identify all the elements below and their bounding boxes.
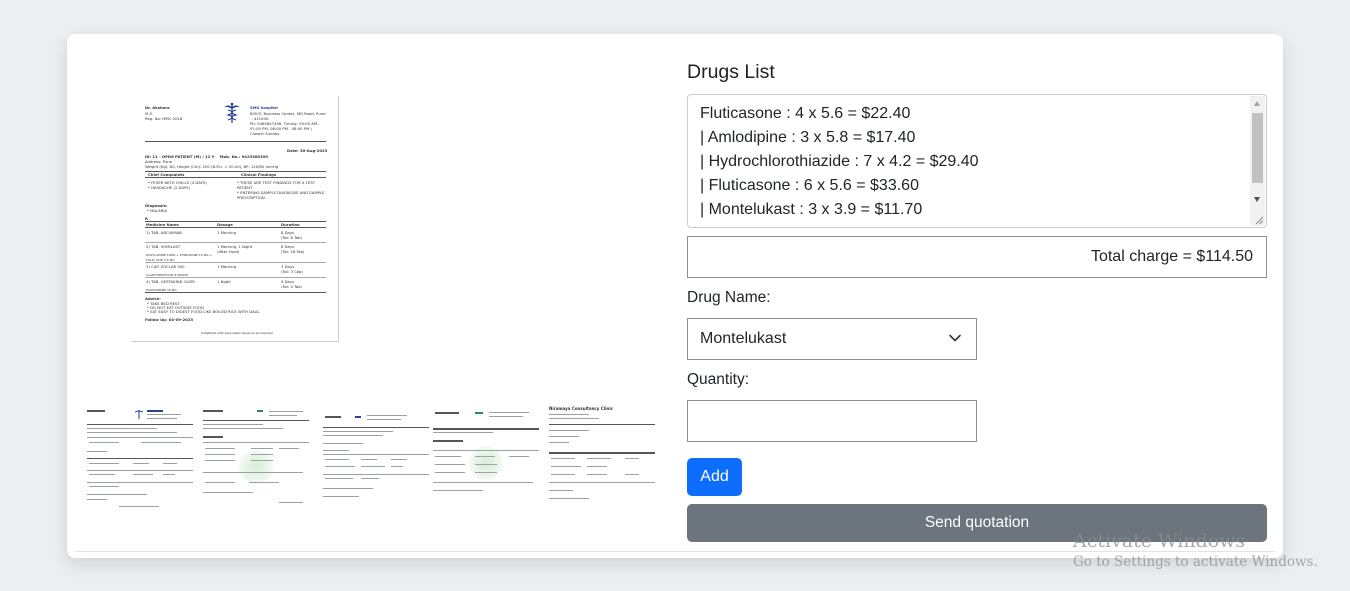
scroll-thumb[interactable] (1252, 113, 1263, 183)
drugs-list-content: Fluticasone : 4 x 5.6 = $22.40 | Amlodip… (700, 102, 979, 222)
prescription-thumbnails: Niramaya Consultancy Clinic (83, 406, 659, 510)
drugs-panel: Drugs List Fluticasone : 4 x 5.6 = $22.4… (687, 34, 1267, 558)
medicine-row: 4) TAB. GESTAKIND 10/SR (146, 279, 195, 284)
quantity-label: Quantity: (687, 371, 750, 388)
medicine-row: 2) TAB. VOMILAST (146, 244, 181, 249)
scroll-up-icon[interactable] (1254, 101, 1260, 106)
thumbnail-1[interactable] (83, 406, 195, 510)
drug-line: | Fluticasone : 6 x 5.6 = $33.60 (700, 177, 919, 194)
medicine-duration: 8 Days (Tot: 8 Tab) (281, 230, 302, 240)
medicine-duration: 4 Days (Tot: 4 Tab) (281, 279, 302, 289)
thumbnail-5[interactable]: Niramaya Consultancy Clinic (545, 406, 657, 510)
medicine-dosage: 1 Morning, 1 Night (After Food) (217, 244, 253, 254)
medicine-dosage: 1 Morning (217, 264, 236, 269)
drugs-list-scrollbar[interactable] (1250, 96, 1265, 226)
drugs-list-textarea[interactable]: Fluticasone : 4 x 5.6 = $22.40 | Amlodip… (687, 94, 1267, 228)
caduceus-icon (135, 410, 143, 419)
drugs-list-title: Drugs List (687, 61, 775, 83)
doctor-name: Dr. Akshara (145, 105, 170, 110)
medicine-dosage: 1 Morning (217, 230, 236, 235)
medicine-row: 1) TAB. ABCIXIMAB (146, 230, 182, 235)
drug-line: | Hydrochlorothiazide : 7 x 4.2 = $29.40 (700, 153, 979, 170)
thumbnail-2[interactable] (199, 406, 311, 510)
doctor-reg: Reg. No: MMC 2018 (145, 116, 183, 121)
thumbnail-4[interactable] (429, 406, 541, 510)
advice-item: * EAT EASY TO DIGEST FOOD LIKE BOILED RI… (147, 309, 260, 314)
chevron-down-icon (949, 334, 961, 342)
activate-windows-watermark: Activate Windows Go to Settings to activ… (1073, 529, 1318, 571)
finding-item: PRESCRIPTION (237, 195, 265, 200)
patient-vitals: Weight (Kg): 80, Height (Cm): 200 (B.M.I… (145, 164, 279, 169)
drug-name-selected: Montelukast (700, 330, 787, 347)
medicine-duration: 8 Days (Tot: 16 Tab) (281, 244, 305, 254)
thumbnail-3[interactable] (319, 406, 431, 510)
hospital-closed: Closed: Sunday (250, 131, 280, 136)
activate-windows-title: Activate Windows (1073, 530, 1246, 552)
medicine-row: 3) CAP. ZOCLAR 500 (146, 264, 185, 269)
quantity-input[interactable] (687, 400, 977, 442)
resize-handle-icon[interactable] (1254, 215, 1264, 225)
diagnosis-value: * MALARIA (147, 208, 168, 213)
caduceus-icon (224, 102, 240, 123)
add-button[interactable]: Add (687, 458, 742, 496)
quotation-card: Dr. Akshara M.S. Reg. No: MMC 2018 SMS h… (67, 34, 1283, 558)
medicine-duration: 3 Days (Tot: 3 Cap) (281, 264, 303, 274)
hospital-address: B/503, Business Center, MG Road, Pune - … (250, 111, 326, 121)
medicine-dosage: 1 Night (217, 279, 231, 284)
drug-line: | Amlodipine : 3 x 5.8 = $17.40 (700, 129, 916, 146)
drug-name-label: Drug Name: (687, 289, 771, 306)
follow-up: Follow Up: 04-09-2023 (145, 317, 194, 322)
prescription-preview[interactable]: Dr. Akshara M.S. Reg. No: MMC 2018 SMS h… (131, 96, 339, 342)
drug-line: | Montelukast : 3 x 3.9 = $11.70 (700, 201, 923, 218)
total-charge: Total charge = $114.50 (687, 236, 1267, 278)
scroll-down-icon[interactable] (1254, 197, 1260, 202)
footer-note: Substitute with equivalent Generics as r… (201, 331, 274, 335)
activate-windows-subtitle: Go to Settings to activate Windows. (1073, 554, 1318, 570)
thumbnail-clinic-name: Niramaya Consultancy Clinic (549, 406, 614, 411)
complaint-item: * HEADACHE (2 DAYS) (148, 185, 190, 190)
drug-name-select[interactable]: Montelukast (687, 318, 977, 360)
hospital-name: SMS hospital (250, 105, 278, 110)
drug-line: Fluticasone : 4 x 5.6 = $22.40 (700, 105, 911, 122)
rx-date: Date: 30-Aug-2023 (287, 148, 328, 153)
